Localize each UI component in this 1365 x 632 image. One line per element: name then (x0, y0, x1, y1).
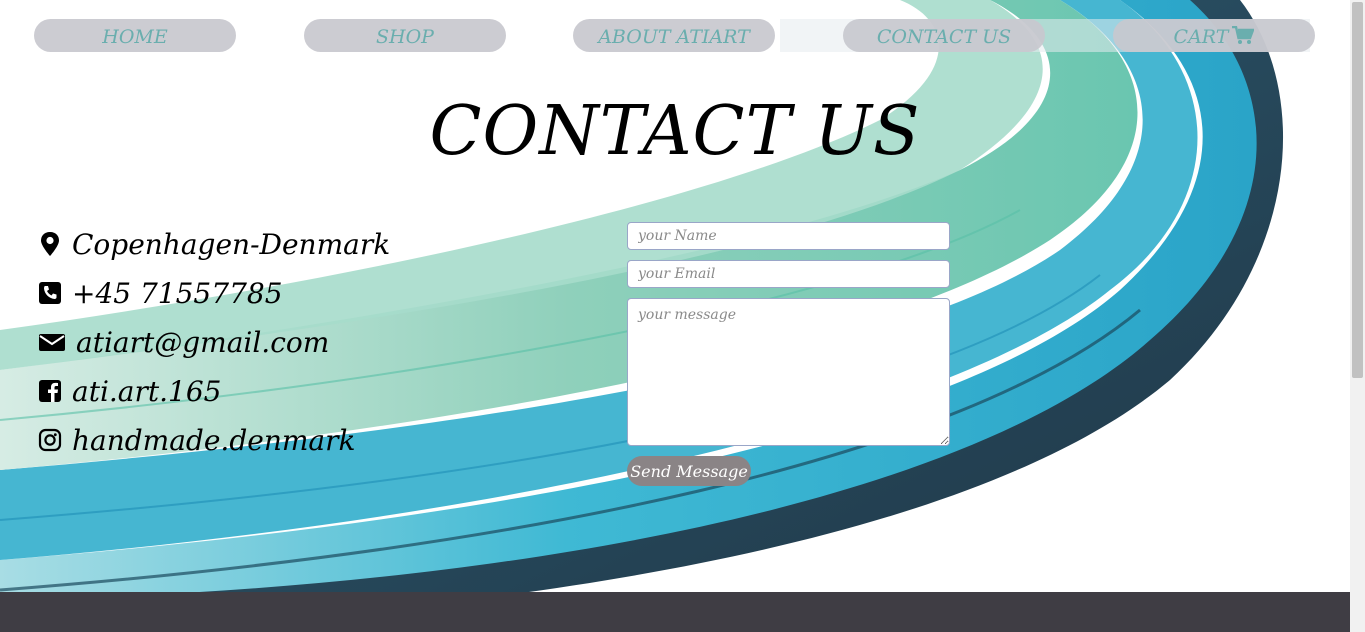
contact-instagram-text: handmade.denmark (72, 423, 356, 457)
nav-contact-link[interactable]: CONTACT US (843, 19, 1045, 52)
page-footer (0, 592, 1350, 632)
contact-address-item: Copenhagen-Denmark (38, 224, 390, 264)
facebook-square-icon (39, 380, 61, 402)
contact-facebook-text: ati.art.165 (72, 374, 222, 408)
contact-phone-text: +45 71557785 (72, 276, 283, 310)
map-marker-icon (41, 232, 59, 256)
phone-square-icon (39, 282, 61, 304)
nav-home-link[interactable]: HOME (34, 19, 236, 52)
instagram-icon (38, 428, 62, 452)
main-navigation: HOME SHOP ABOUT ATIART CONTACT US CART (0, 19, 1350, 52)
contact-instagram-item: handmade.denmark (38, 420, 355, 460)
nav-cart-label: CART (1173, 26, 1229, 48)
contact-address-text: Copenhagen-Denmark (72, 227, 391, 261)
message-textarea[interactable] (627, 298, 950, 446)
contact-phone-item: +45 71557785 (38, 273, 283, 313)
page-title: CONTACT US (429, 92, 921, 171)
nav-shop-link[interactable]: SHOP (304, 19, 506, 52)
vertical-scrollbar[interactable] (1350, 0, 1365, 632)
scrollbar-thumb[interactable] (1352, 2, 1363, 378)
contact-email-text: atiart@gmail.com (76, 325, 330, 359)
contact-email-item: atiart@gmail.com (38, 322, 329, 362)
contact-facebook-item: ati.art.165 (38, 371, 221, 411)
envelope-icon (39, 334, 65, 351)
nav-about-link[interactable]: ABOUT ATIART (573, 19, 775, 52)
page: HOME SHOP ABOUT ATIART CONTACT US CART C… (0, 0, 1365, 632)
shopping-cart-icon (1232, 26, 1255, 44)
send-message-button[interactable]: Send Message (627, 456, 751, 486)
email-input[interactable] (627, 260, 950, 288)
nav-cart-link[interactable]: CART (1113, 19, 1315, 52)
name-input[interactable] (627, 222, 950, 250)
